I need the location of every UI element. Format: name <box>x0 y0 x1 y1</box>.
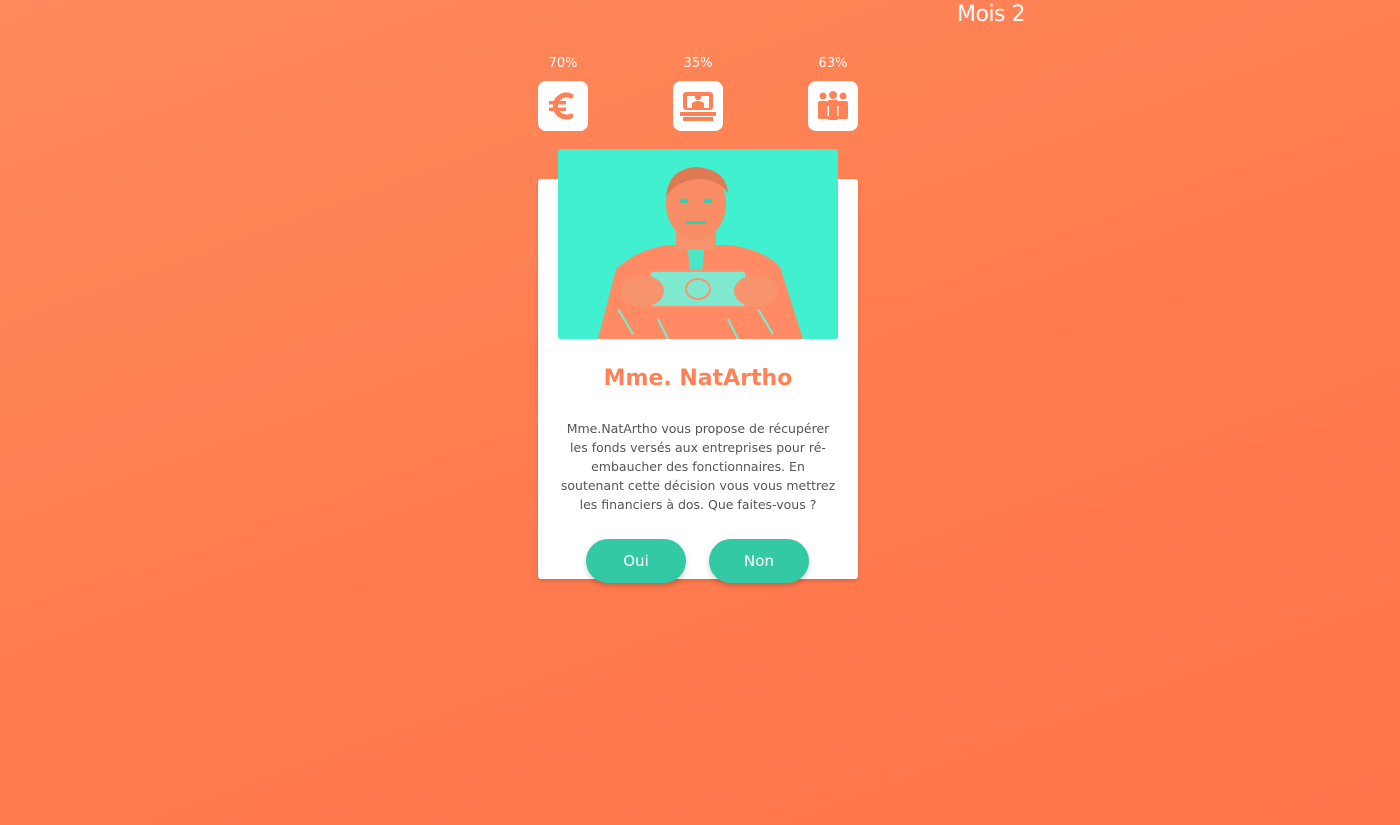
stat-people-percent: 63% <box>818 56 848 71</box>
stat-economy: 70% <box>538 56 588 131</box>
stat-people-tile <box>808 81 858 131</box>
event-description: Mme.NatArtho vous propose de récupérer l… <box>560 421 836 512</box>
stat-people: 63% <box>808 56 858 131</box>
stat-government-percent: 35% <box>683 56 713 71</box>
yes-button[interactable]: Oui <box>586 539 686 583</box>
people-icon <box>818 91 848 120</box>
stat-economy-tile <box>538 81 588 131</box>
stat-government-tile <box>673 81 723 131</box>
stat-economy-percent: 70% <box>548 56 578 71</box>
government-icon <box>680 92 716 121</box>
stat-government: 35% <box>673 56 723 131</box>
no-button[interactable]: Non <box>709 539 809 583</box>
character-name: Mme. NatArtho <box>603 366 793 391</box>
euro-icon <box>549 92 574 120</box>
month-indicator: Mois 2 <box>957 2 1026 27</box>
portrait-photo <box>558 149 838 339</box>
character-portrait <box>558 149 838 339</box>
